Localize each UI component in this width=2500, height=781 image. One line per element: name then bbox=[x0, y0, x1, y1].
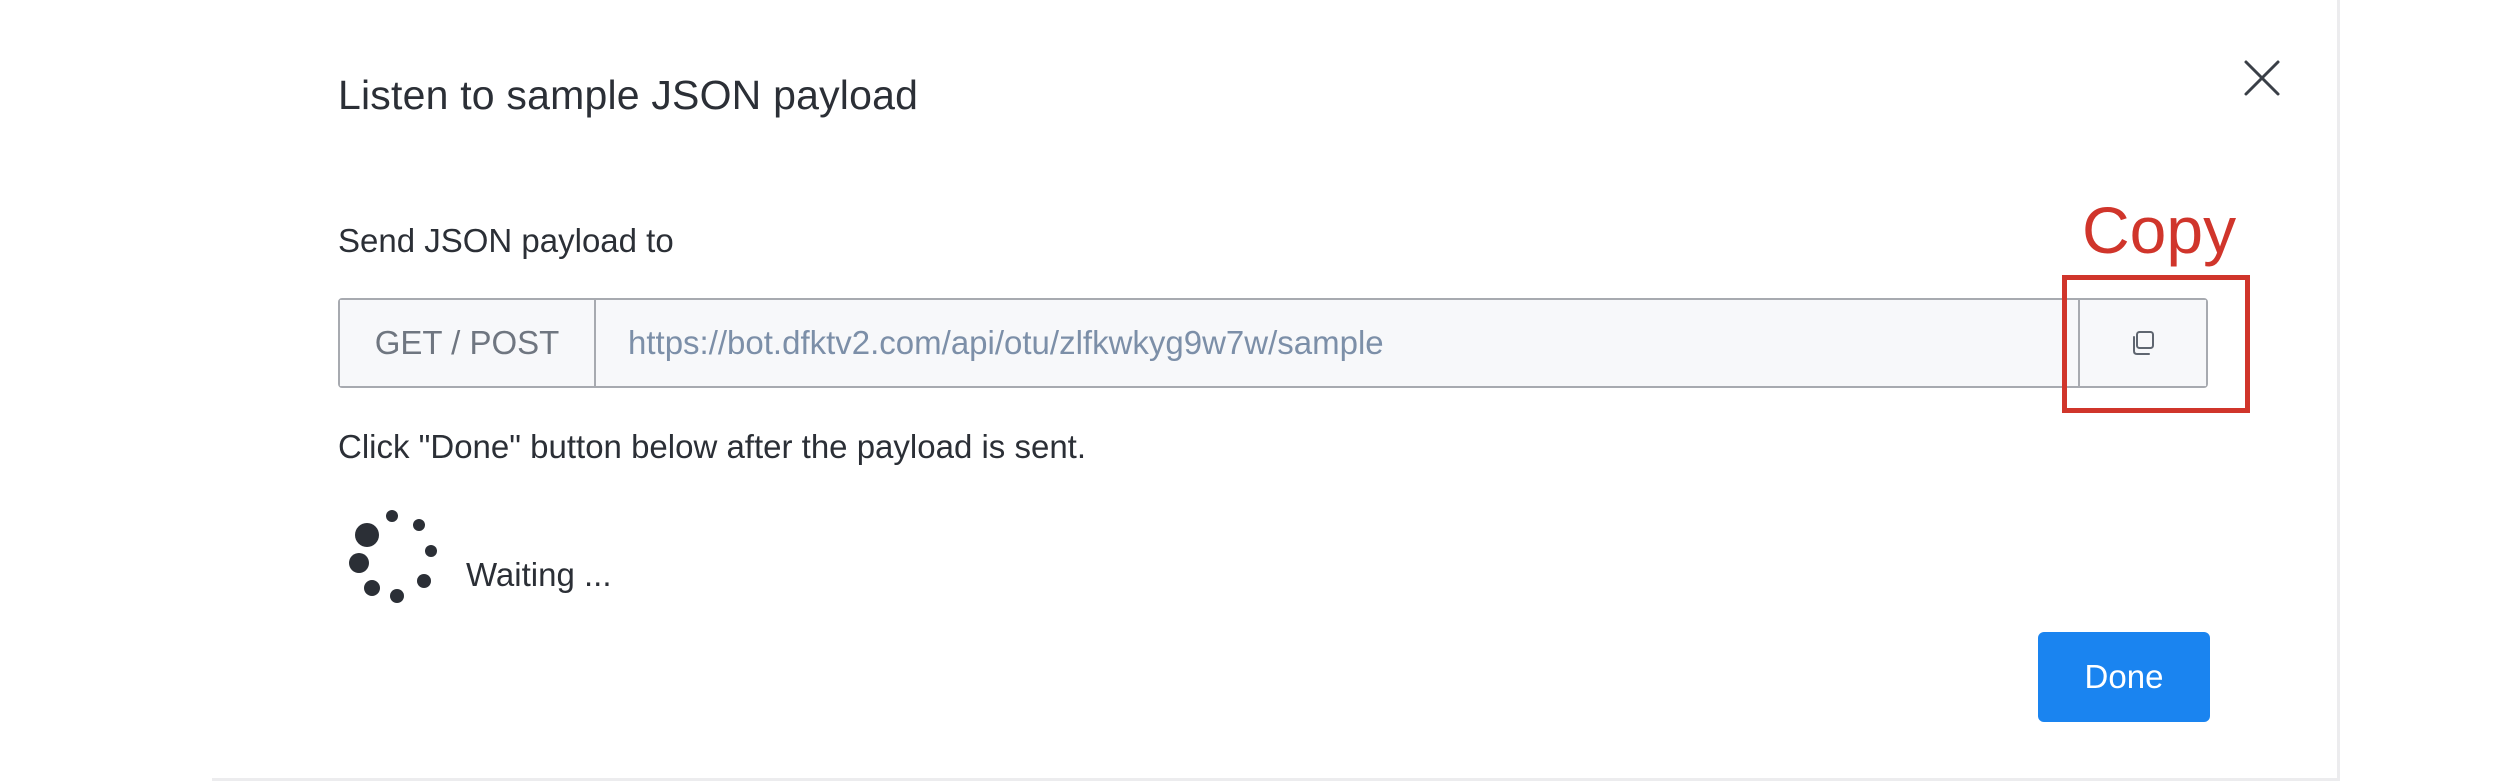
method-addon: GET / POST bbox=[340, 300, 596, 386]
dialog-title: Listen to sample JSON payload bbox=[338, 72, 919, 118]
endpoint-url-field[interactable] bbox=[596, 300, 2078, 386]
copy-annotation-highlight bbox=[2062, 275, 2250, 413]
status-text: Waiting ... bbox=[466, 556, 612, 593]
done-instruction: Click "Done" button below after the payl… bbox=[338, 428, 1087, 465]
endpoint-input-group: GET / POST bbox=[338, 298, 2208, 388]
endpoint-label: Send JSON payload to bbox=[338, 222, 674, 259]
copy-annotation-label: Copy bbox=[2082, 193, 2237, 267]
close-icon bbox=[2244, 60, 2280, 96]
done-button[interactable]: Done bbox=[2038, 632, 2210, 722]
loading-spinner-icon bbox=[349, 510, 437, 603]
listen-payload-dialog: Listen to sample JSON payload Send JSON … bbox=[212, 0, 2340, 781]
close-button[interactable] bbox=[2240, 56, 2284, 100]
